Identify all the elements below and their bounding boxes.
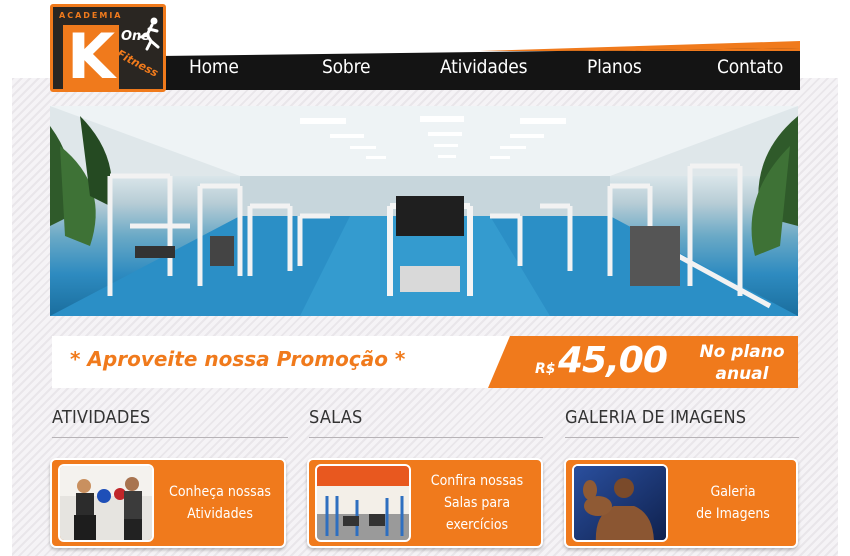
card-atividades[interactable]: Conheça nossas Atividades bbox=[50, 458, 286, 548]
card-salas[interactable]: Confira nossas Salas para exercícios bbox=[307, 458, 543, 548]
promo-plan-line2: anual bbox=[715, 364, 769, 384]
card-salas-text: Confira nossas Salas para exercícios bbox=[430, 473, 524, 533]
promo-currency: R$ bbox=[535, 361, 556, 377]
promo-price: 45,00 bbox=[558, 340, 668, 381]
logo-letter: K bbox=[63, 25, 119, 89]
section-divider bbox=[565, 437, 799, 438]
section-title-atividades: ATIVIDADES bbox=[52, 407, 151, 428]
section-divider bbox=[309, 437, 543, 438]
bodybuilder-photo bbox=[572, 464, 668, 542]
section-title-galeria: GALERIA DE IMAGENS bbox=[565, 407, 747, 428]
nav-planos-link[interactable]: Planos bbox=[587, 56, 642, 78]
boxing-photo bbox=[58, 464, 154, 542]
card-galeria[interactable]: Galeria de Imagens bbox=[564, 458, 798, 548]
section-title-salas: SALAS bbox=[309, 407, 363, 428]
hero-gym-image bbox=[50, 106, 798, 316]
gym-room-photo bbox=[315, 464, 411, 542]
nav-home-link[interactable]: Home bbox=[189, 56, 239, 78]
promo-plan-line1: No plano bbox=[699, 342, 785, 362]
nav-sobre-link[interactable]: Sobre bbox=[322, 56, 370, 78]
nav-atividades-link[interactable]: Atividades bbox=[440, 56, 527, 78]
card-galeria-text: Galeria de Imagens bbox=[696, 484, 770, 522]
gym-illustration bbox=[50, 106, 798, 316]
logo[interactable]: ACADEMIA K One Fitness bbox=[50, 4, 166, 92]
nav-contato-link[interactable]: Contato bbox=[717, 56, 783, 78]
section-divider bbox=[52, 437, 288, 438]
logo-academy-text: ACADEMIA bbox=[59, 11, 123, 20]
page: Home Sobre Atividades Planos Contato ACA… bbox=[0, 0, 850, 556]
card-atividades-text: Conheça nossas Atividades bbox=[169, 484, 271, 522]
logo-fitness-text: Fitness bbox=[114, 47, 161, 80]
promo-headline: * Aproveite nossa Promoção * bbox=[70, 347, 406, 371]
promo-plan-text: No plano anual bbox=[690, 341, 794, 385]
runner-icon bbox=[139, 17, 160, 51]
